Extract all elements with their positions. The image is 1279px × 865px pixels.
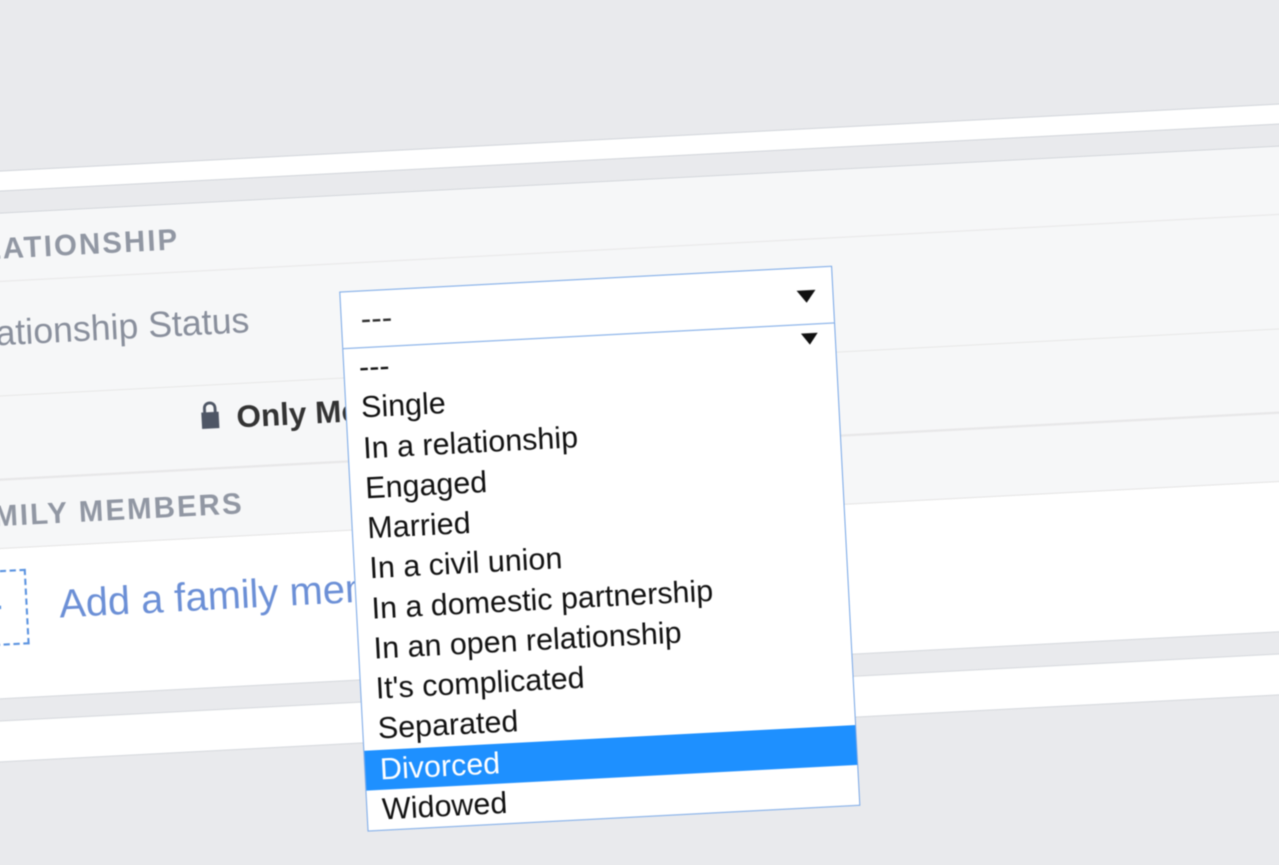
- relationship-status-selected-value: ---: [359, 300, 392, 336]
- lock-icon: [197, 399, 222, 438]
- plus-icon: +: [0, 584, 4, 632]
- add-family-member-button[interactable]: +: [0, 568, 29, 647]
- caret-down-icon: [800, 332, 817, 344]
- relationship-status-label: Relationship Status: [0, 291, 341, 357]
- caret-down-icon: [796, 289, 816, 303]
- privacy-label: Only Me: [235, 393, 359, 435]
- relationship-status-dropdown[interactable]: ---SingleIn a relationshipEngagedMarried…: [342, 322, 860, 831]
